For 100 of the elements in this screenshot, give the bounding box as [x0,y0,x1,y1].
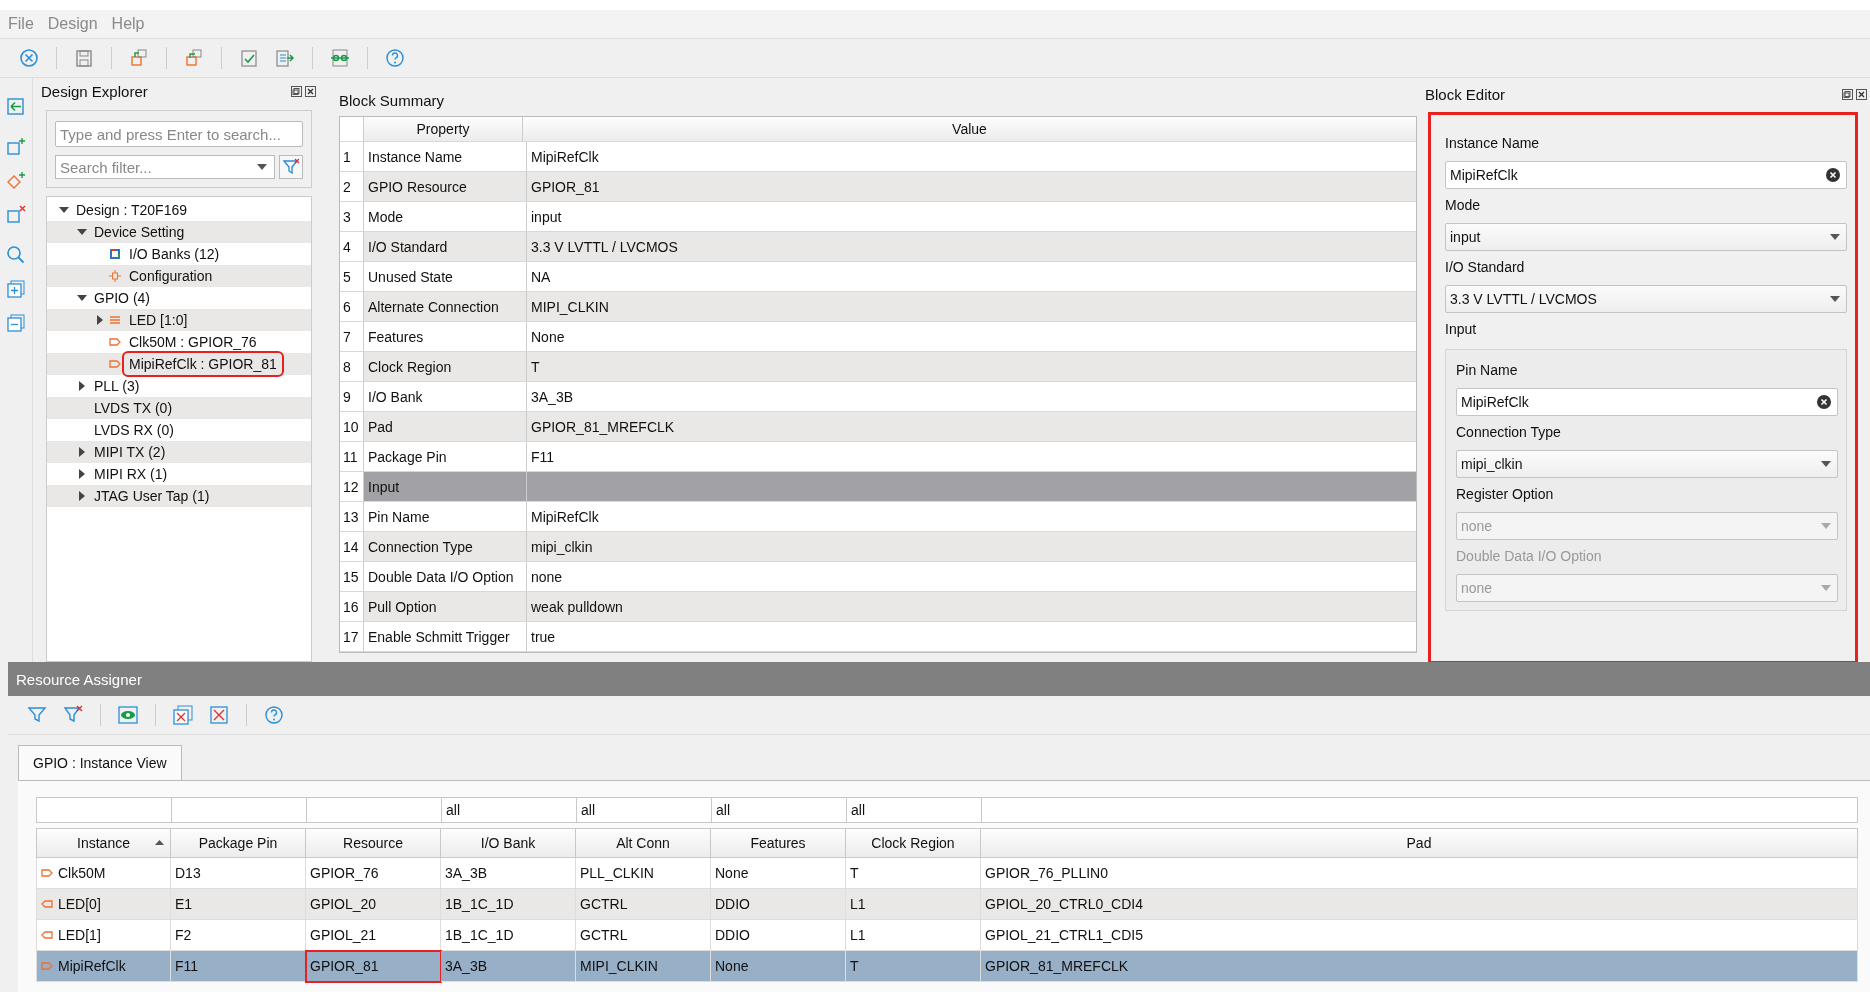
property-value: NA [530,267,552,287]
column-header[interactable]: Instance [36,828,171,858]
table-cell[interactable]: MipiRefClk [36,951,171,982]
column-header[interactable]: Pad [981,828,1858,858]
dropdown-arrow-icon [1821,585,1831,591]
table-cell[interactable]: GPIOL_21_CTRL1_CDI5 [981,920,1858,951]
close-icon[interactable] [305,85,316,97]
table-cell[interactable]: DDIO [711,920,846,951]
table-cell[interactable]: GPIOL_20_CTRL0_CDI4 [981,889,1858,920]
filter-cell[interactable]: all [846,797,981,823]
expand-arrow-icon[interactable] [79,491,85,501]
table-cell[interactable]: 3A_3B [441,858,576,889]
table-cell[interactable]: Clk50M [36,858,171,889]
collapse-arrow-icon[interactable] [77,295,87,301]
text-field[interactable]: MipiRefClk [1445,161,1847,189]
float-icon[interactable] [1842,88,1853,100]
table-cell[interactable]: GCTRL [576,889,711,920]
save-icon[interactable] [73,47,95,69]
new-block-icon[interactable] [5,136,27,158]
table-cell[interactable]: F2 [171,920,306,951]
table-cell[interactable]: None [711,951,846,982]
view-icon[interactable] [117,704,139,726]
table-cell[interactable]: GPIOR_81_MREFCLK [981,951,1858,982]
clear-icon[interactable] [1826,168,1840,182]
table-cell[interactable]: GCTRL [576,920,711,951]
tree-item[interactable]: GPIO (4) [91,289,153,307]
table-cell[interactable]: D13 [171,858,306,889]
table-cell[interactable]: MIPI_CLKIN [576,951,711,982]
filter-cell[interactable] [171,797,306,823]
table-cell[interactable]: DDIO [711,889,846,920]
help-icon[interactable] [263,704,285,726]
filter-field[interactable]: Search filter... [55,155,275,179]
table-cell[interactable]: LED[0] [36,889,171,920]
table-cell[interactable]: T [846,951,981,982]
column-header[interactable]: Features [711,828,846,858]
table-cell[interactable]: F11 [171,951,306,982]
tree-item[interactable]: I/O Banks (12) [126,245,223,263]
report-icon[interactable] [274,47,296,69]
search-field[interactable]: Type and press Enter to search... [55,121,303,147]
column-header[interactable]: Value [523,117,1416,141]
table-cell[interactable]: 1B_1C_1D [441,889,576,920]
table-cell[interactable]: PLL_CLKIN [576,858,711,889]
cancel-icon[interactable] [18,47,40,69]
help-icon[interactable] [384,47,406,69]
filter-cell[interactable] [306,797,441,823]
table-cell[interactable]: GPIOL_20 [306,889,441,920]
close-icon[interactable] [1856,88,1867,100]
import-icon[interactable] [183,47,205,69]
collapse-arrow-icon[interactable] [77,229,87,235]
search-icon[interactable] [5,244,27,266]
table-cell[interactable]: L1 [846,889,981,920]
export-icon[interactable] [128,47,150,69]
table-cell[interactable]: GPIOL_21 [306,920,441,951]
column-header[interactable]: Alt Conn [576,828,711,858]
filter-cell[interactable]: all [576,797,711,823]
delete-block-icon[interactable] [5,204,27,226]
expand-arrow-icon[interactable] [79,469,85,479]
dropdown[interactable]: input [1445,223,1847,251]
tree-item[interactable]: LVDS RX (0) [91,421,177,439]
filter-cell[interactable] [981,797,1858,823]
expand-arrow-icon[interactable] [79,447,85,457]
text-field[interactable]: MipiRefClk [1456,388,1838,416]
filter-cell[interactable]: all [441,797,576,823]
column-header[interactable]: Package Pin [171,828,306,858]
collapse-all-icon[interactable] [5,312,27,334]
column-header[interactable]: Property [364,117,523,141]
expand-all-icon[interactable] [5,278,27,300]
filter-button[interactable] [279,155,303,179]
link-icon[interactable] [329,47,351,69]
tree-item[interactable]: Design : T20F169 [73,201,191,219]
table-cell[interactable]: GPIOR_81 [306,951,441,982]
dropdown[interactable]: mipi_clkin [1456,450,1838,478]
expand-arrow-icon[interactable] [79,381,85,391]
clear-all-icon[interactable] [172,704,194,726]
filter-cell[interactable]: all [711,797,846,823]
table-cell[interactable]: 1B_1C_1D [441,920,576,951]
table-cell[interactable]: None [711,858,846,889]
collapse-arrow-icon[interactable] [59,207,69,213]
add-block-icon[interactable] [5,96,27,118]
column-header[interactable]: Clock Region [846,828,981,858]
tree-item[interactable]: Clk50M : GPIOR_76 [126,333,260,351]
dropdown[interactable]: 3.3 V LVTTL / LVCMOS [1445,285,1847,313]
dropdown-arrow-icon[interactable] [257,164,267,170]
table-cell[interactable]: T [846,858,981,889]
table-cell[interactable]: GPIOR_76 [306,858,441,889]
tree-item[interactable]: PLL (3) [91,377,143,395]
column-header[interactable]: Resource [306,828,441,858]
filter-cell[interactable] [36,797,171,823]
table-cell[interactable]: E1 [171,889,306,920]
tab[interactable]: GPIO : Instance View [18,745,182,780]
table-cell[interactable]: GPIOR_76_PLLIN0 [981,858,1858,889]
clear-icon[interactable] [1817,395,1831,409]
float-icon[interactable] [291,85,302,97]
tree-item[interactable]: MIPI RX (1) [91,465,171,483]
table-cell[interactable]: L1 [846,920,981,951]
expand-arrow-icon[interactable] [97,315,103,325]
column-header[interactable]: I/O Bank [441,828,576,858]
table-cell[interactable]: 3A_3B [441,951,576,982]
check-icon[interactable] [238,47,260,69]
table-cell[interactable]: LED[1] [36,920,171,951]
